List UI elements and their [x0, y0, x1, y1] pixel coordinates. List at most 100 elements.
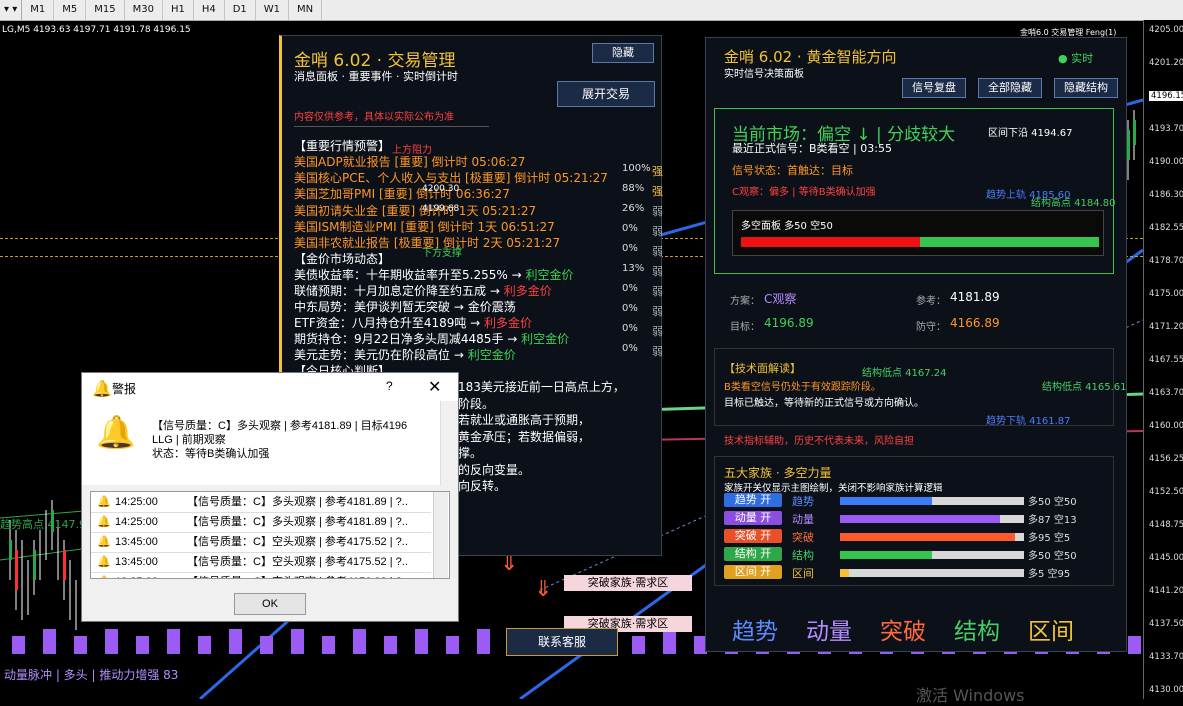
timeframe-H1[interactable]: H1 — [163, 0, 194, 20]
bell-icon: 🔔 — [97, 556, 111, 568]
ok-button[interactable]: OK — [234, 593, 306, 615]
momentum-bar — [260, 636, 273, 654]
momentum-bar — [229, 629, 242, 654]
alert-row[interactable]: 🔔 13:45:00 【信号质量：C】空头观察 | 参考4175.52 | ?.. — [91, 552, 431, 573]
alert-time: 13:45:00 — [115, 536, 158, 548]
judge-line: 撑。 — [458, 446, 483, 460]
disclaimer: 内容仅供参考，具体以实际公布为准 — [294, 112, 454, 123]
long-short-bar — [741, 237, 1099, 247]
price-tick: 4178.70 — [1149, 256, 1183, 266]
bell-icon: 🔔 — [97, 536, 111, 548]
toolbar-dropdown[interactable]: ▾ ▾ — [0, 0, 23, 20]
divider — [294, 126, 489, 127]
family-bar — [840, 515, 1024, 523]
timeframe-MN[interactable]: MN — [289, 0, 323, 20]
alert-item: 美国初请失业金 [重要] 倒计时 1天 05:21:27 — [294, 203, 537, 218]
family-bar-fill — [840, 551, 932, 559]
family-toggle-结构[interactable]: 结构 开 — [724, 547, 782, 561]
judge-line: 向反转。 — [458, 479, 507, 493]
timeframe-M1[interactable]: M1 — [22, 0, 55, 20]
market-impact: 利多金价 — [503, 284, 552, 298]
message-scrollbar[interactable] — [440, 401, 457, 485]
signal-status: 信号状态：首触达：目标 — [732, 164, 853, 177]
momentum-bar — [477, 629, 490, 654]
market-item: ETF资金：八月持仓升至4189吨 → 利多金价 — [294, 314, 532, 331]
alert-row[interactable]: 🔔 13:25:00 【信号质量：C】空头观察 | 参考4170.92 | ?.. — [91, 572, 431, 578]
help-icon[interactable]: ? — [386, 379, 393, 393]
strength-pct: 0% — [622, 323, 638, 334]
target-value: 4196.89 — [764, 316, 814, 330]
momentum-bar — [446, 636, 459, 654]
strength-label: 弱 — [652, 265, 663, 278]
timeframe-M30[interactable]: M30 — [125, 0, 163, 20]
trend-high-label: 趋势高点 4147.99 — [0, 518, 93, 531]
strength-label: 弱 — [652, 345, 663, 358]
price-tick: 4186.30 — [1149, 190, 1183, 200]
bell-icon: 🔔 — [97, 516, 111, 528]
signal-btn-2[interactable]: 隐藏结构 — [1054, 78, 1118, 98]
family-toggle-突破[interactable]: 突破 开 — [724, 529, 782, 543]
timeframe-H4[interactable]: H4 — [194, 0, 225, 20]
bell-icon: 🔔 — [92, 381, 112, 398]
timeframe-M5[interactable]: M5 — [54, 0, 87, 20]
momentum-bar — [384, 636, 397, 654]
timeframe-M15[interactable]: M15 — [86, 0, 125, 20]
signal-btn-1[interactable]: 全部隐藏 — [978, 78, 1042, 98]
price-axis: 4205.00 4201.20 4196.15 4193.70 4190.00 4186.… — [1143, 20, 1183, 699]
price-tick: 4201.20 — [1149, 58, 1183, 68]
chart-price-label-2: 4199.68 — [422, 204, 460, 214]
alert-text: 【信号质量：C】空头观察 | 参考4175.52 | ?.. — [187, 556, 408, 568]
market-item: 期货持仓：9月22日净多头周减4485手 → 利空金价 — [294, 330, 569, 347]
expand-trade-button[interactable]: 展开交易 — [557, 81, 655, 107]
signal-btn-0[interactable]: 信号复盘 — [902, 78, 966, 98]
strength-pct: 0% — [622, 303, 638, 314]
family-big-label: 趋势 — [732, 619, 778, 645]
timeframe-W1[interactable]: W1 — [256, 0, 290, 20]
strength-label: 强 — [652, 185, 663, 198]
strength-label: 弱 — [652, 305, 663, 318]
alert-text: 【信号质量：C】空头观察 | 参考4175.52 | ?.. — [187, 536, 408, 548]
alert-time: 14:25:00 — [115, 516, 158, 528]
strength-label: 弱 — [652, 325, 663, 338]
struct-low-label: 结构低点 4167.24 — [862, 368, 947, 379]
big-bell-icon: 🔔 — [96, 414, 136, 450]
family-toggle-趋势[interactable]: 趋势 开 — [724, 493, 782, 507]
strength-label: 强 — [652, 165, 663, 178]
struct-low-label-2: 结构低点 4165.61 — [1042, 382, 1127, 393]
symbol-quote: LG,M5 4193.63 4197.71 4191.78 4196.15 — [2, 25, 191, 35]
family-toggle-区间[interactable]: 区间 开 — [724, 565, 782, 579]
alerts-header: 【重要行情预警】 — [294, 139, 391, 153]
contact-support-button[interactable]: 联系客服 — [506, 628, 618, 656]
market-text: 美债收益率：十年期收益率升至5.255% → — [294, 268, 526, 282]
close-icon[interactable]: ✕ — [428, 377, 441, 397]
bell-icon: 🔔 — [97, 496, 111, 508]
alert-time: 13:25:00 — [115, 572, 158, 578]
momentum-bar — [74, 636, 87, 654]
price-tick: 4152.50 — [1149, 487, 1183, 497]
momentum-bar — [167, 629, 180, 654]
price-tick: 4137.50 — [1149, 619, 1183, 629]
alert-text: 【信号质量：C】空头观察 | 参考4170.92 | ?.. — [187, 572, 408, 578]
momentum-bar — [43, 629, 56, 654]
hide-button[interactable]: 隐藏 — [592, 43, 654, 63]
alert-list-scrollbar[interactable] — [433, 492, 448, 578]
price-tick: 4148.75 — [1149, 520, 1183, 530]
demand-zone-label: 突破家族·需求区 — [564, 575, 692, 591]
dialog-message: 【信号质量：C】多头观察 | 参考4181.89 | 目标4196 LLG | … — [152, 420, 408, 460]
strength-pct: 88% — [622, 183, 645, 194]
strength-pct: 0% — [622, 343, 638, 354]
timeframe-D1[interactable]: D1 — [225, 0, 256, 20]
strength-label: 弱 — [652, 245, 663, 258]
strength-label: 弱 — [652, 225, 663, 238]
family-name: 动量 — [792, 513, 814, 526]
svg-text:⇓: ⇓ — [534, 577, 552, 602]
family-toggle-动量[interactable]: 动量 开 — [724, 511, 782, 525]
alert-row[interactable]: 🔔 14:25:00 【信号质量：C】多头观察 | 参考4181.89 | ?.. — [91, 492, 431, 513]
alert-row[interactable]: 🔔 13:45:00 【信号质量：C】空头观察 | 参考4175.52 | ?.. — [91, 532, 431, 553]
market-text: 中东局势：美伊谈判暂无突破 → — [294, 300, 468, 314]
upper-resistance-label: 上方阻力 — [392, 145, 432, 156]
alert-row[interactable]: 🔔 14:25:00 【信号质量：C】多头观察 | 参考4181.89 | ?.. — [91, 512, 431, 533]
family-big-label: 突破 — [880, 619, 926, 645]
family-big-label: 动量 — [806, 619, 852, 645]
market-item: 中东局势：美伊谈判暂无突破 → 金价震荡 — [294, 298, 516, 315]
